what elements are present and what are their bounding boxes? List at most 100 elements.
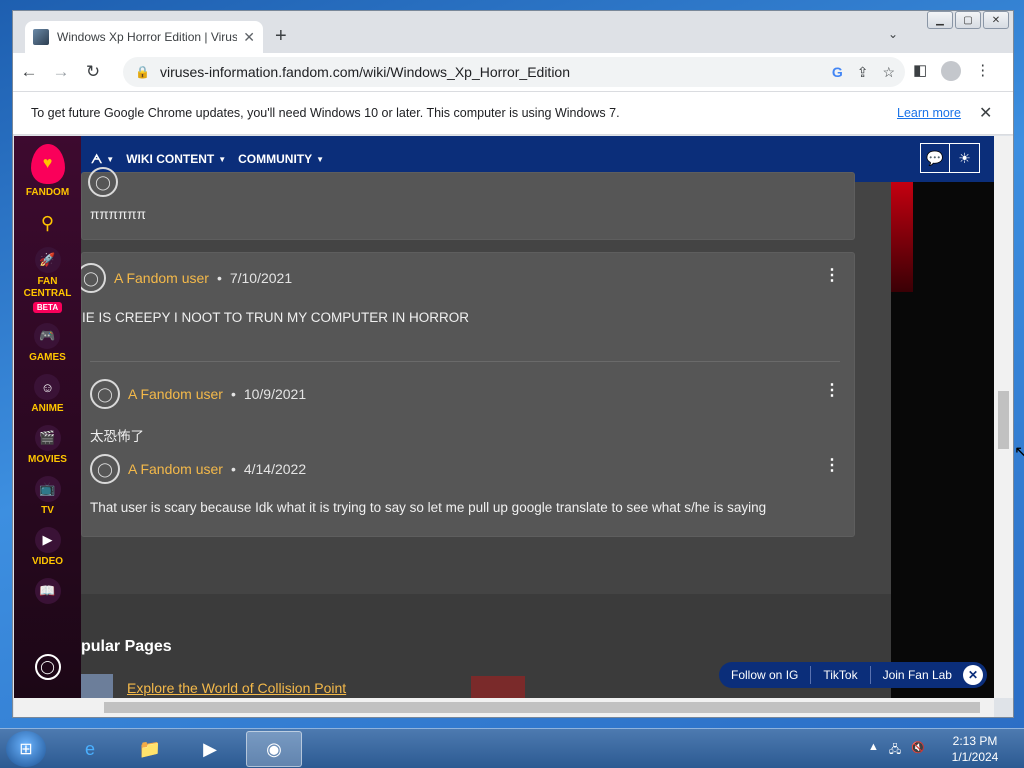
tab-close-icon[interactable]: ✕ xyxy=(243,29,255,46)
minimize-button[interactable]: ▁ xyxy=(927,11,953,29)
fandom-flame-icon: ♥ xyxy=(30,144,65,184)
rail-fan-central[interactable]: 🚀 FAN CENTRAL BETA xyxy=(23,247,73,313)
tray-expand-icon[interactable]: ▲ xyxy=(868,741,879,760)
popular-pages-heading: pular Pages xyxy=(81,638,172,655)
comment-card-main: ◯ A Fandom user • 7/10/2021 ⋮ IE IS CREE… xyxy=(76,252,855,537)
reply-date: 4/14/2022 xyxy=(243,461,307,477)
reply-date: 10/9/2021 xyxy=(243,386,307,402)
profile-avatar[interactable] xyxy=(941,61,962,81)
reply-text: That user is scary because Idk what it i… xyxy=(90,500,767,515)
rail-account[interactable]: ◯ xyxy=(34,654,61,680)
popular-page-thumbnail[interactable] xyxy=(471,676,525,698)
chrome-taskbar-icon[interactable]: ◉ xyxy=(246,731,302,767)
fandom-logo[interactable]: ♥ FANDOM xyxy=(26,144,69,199)
reply-options-icon[interactable]: ⋮ xyxy=(824,380,840,400)
nav-community[interactable]: COMMUNITY ▼ xyxy=(238,152,324,166)
rail-tv[interactable]: 📺 TV xyxy=(34,476,61,517)
rail-video[interactable]: ▶ VIDEO xyxy=(32,527,63,568)
book-icon: 📖 xyxy=(34,578,61,604)
address-bar[interactable]: 🔒 viruses-information.fandom.com/wiki/Wi… xyxy=(123,57,905,87)
tv-icon: 📺 xyxy=(34,476,61,502)
bookmark-star-icon[interactable]: ☆ xyxy=(882,64,895,81)
browser-toolbar: ← → ↻ 🔒 viruses-information.fandom.com/w… xyxy=(13,53,1013,91)
reload-button[interactable]: ↻ xyxy=(77,56,109,88)
popular-page-link[interactable]: Explore the World of Collision Point xyxy=(127,680,346,696)
google-lens-icon[interactable]: G xyxy=(832,64,843,81)
system-clock[interactable]: 2:13 PM 1/1/2024 xyxy=(940,733,1010,765)
learn-more-link[interactable]: Learn more xyxy=(897,106,961,120)
close-window-button[interactable]: ✕ xyxy=(983,11,1009,29)
user-avatar-icon: ◯ xyxy=(90,454,120,484)
comment-text: ππππππ xyxy=(90,207,146,222)
comment-date: 7/10/2021 xyxy=(229,270,293,286)
reply-divider xyxy=(90,361,840,362)
share-icon[interactable]: ⇪ xyxy=(857,64,869,81)
internet-explorer-icon[interactable]: e xyxy=(62,731,118,767)
reply-options-icon[interactable]: ⋮ xyxy=(824,455,840,475)
reply-header: ◯ A Fandom user • 4/14/2022 xyxy=(90,454,306,484)
explore-menu[interactable]: ᗅ ▼ xyxy=(91,152,114,167)
rail-search[interactable]: ⚲ xyxy=(34,209,62,237)
volume-muted-icon[interactable]: 🔇 xyxy=(911,741,925,760)
user-avatar-icon: ◯ xyxy=(90,379,120,409)
start-button[interactable]: ⊞ xyxy=(6,731,46,767)
back-button[interactable]: ← xyxy=(13,56,45,88)
rail-wikis[interactable]: 📖 xyxy=(34,578,61,604)
tiktok-link[interactable]: TikTok xyxy=(823,668,857,682)
page-viewport: ᗅ ▼ WIKI CONTENT ▼ COMMUNITY ▼ 💬 ☀ ◯ πππππ… xyxy=(14,136,994,698)
nav-wiki-content[interactable]: WIKI CONTENT ▼ xyxy=(126,152,226,166)
new-tab-button[interactable]: + xyxy=(275,25,287,48)
tab-strip: Windows Xp Horror Edition | Virus ✕ + ⌄ … xyxy=(13,11,1013,53)
lock-icon[interactable]: 🔒 xyxy=(135,65,150,79)
comment-card-top: ◯ ππππππ xyxy=(81,167,855,240)
horizontal-scrollbar[interactable] xyxy=(14,698,994,717)
rail-movies[interactable]: 🎬 MOVIES xyxy=(28,425,67,466)
right-background-strip xyxy=(891,182,994,698)
windows-taskbar: ⊞ e 📁 ▶ ◉ ▲ 🖧 🔇 2:13 PM 1/1/2024 xyxy=(0,728,1024,768)
favicon-icon xyxy=(33,29,49,45)
play-icon: ▶ xyxy=(34,527,61,553)
join-fan-lab-link[interactable]: Join Fan Lab xyxy=(883,668,952,682)
file-explorer-icon[interactable]: 📁 xyxy=(122,731,178,767)
comment-options-icon[interactable]: ⋮ xyxy=(824,265,840,285)
vertical-scrollbar[interactable] xyxy=(994,136,1013,698)
tab-title: Windows Xp Horror Edition | Virus xyxy=(57,30,238,44)
social-bar-close-icon[interactable]: ✕ xyxy=(963,665,983,685)
comment-username[interactable]: A Fandom user xyxy=(114,270,209,286)
nav-tools: 💬 ☀ xyxy=(920,143,980,173)
infobar-close-icon[interactable]: ✕ xyxy=(979,103,992,123)
discussions-icon[interactable]: 💬 xyxy=(920,143,950,173)
decorative-red-bar xyxy=(891,182,913,292)
maximize-button[interactable]: ▢ xyxy=(955,11,981,29)
reply-username[interactable]: A Fandom user xyxy=(128,461,223,477)
follow-ig-link[interactable]: Follow on IG xyxy=(731,668,798,682)
media-player-icon[interactable]: ▶ xyxy=(182,731,238,767)
beta-badge: BETA xyxy=(32,302,63,313)
window-controls: ▁ ▢ ✕ xyxy=(927,11,1009,29)
forward-button[interactable]: → xyxy=(45,56,77,88)
clock-time: 2:13 PM xyxy=(952,734,998,748)
comment-header: ◯ A Fandom user • 7/10/2021 xyxy=(76,263,292,293)
theme-toggle-icon[interactable]: ☀ xyxy=(950,143,980,173)
omnibox-icons: G ⇪ ☆ xyxy=(832,64,895,81)
rail-anime[interactable]: ☺ ANIME xyxy=(31,374,64,415)
anime-face-icon: ☺ xyxy=(34,374,61,400)
popular-page-thumbnail[interactable] xyxy=(81,674,113,698)
menu-kebab-icon[interactable]: ⋮ xyxy=(975,61,990,81)
side-panel-icon[interactable]: ◧ xyxy=(913,61,927,81)
network-icon[interactable]: 🖧 xyxy=(889,741,901,760)
reply-username[interactable]: A Fandom user xyxy=(128,386,223,402)
vertical-scroll-thumb[interactable] xyxy=(998,391,1009,449)
mouse-cursor-icon: ↖ xyxy=(1014,444,1024,461)
browser-tab[interactable]: Windows Xp Horror Edition | Virus ✕ xyxy=(25,21,263,53)
infobar-message: To get future Google Chrome updates, you… xyxy=(31,106,620,120)
update-infobar: To get future Google Chrome updates, you… xyxy=(13,91,1013,135)
reply-text: 太恐怖了 xyxy=(90,429,144,444)
reply-header: ◯ A Fandom user • 10/9/2021 xyxy=(90,379,306,409)
gamepad-icon: 🎮 xyxy=(34,323,61,349)
tab-search-chevron-icon[interactable]: ⌄ xyxy=(888,27,898,41)
fandom-global-nav: ♥ FANDOM ⚲ 🚀 FAN CENTRAL BETA 🎮 GAMES ☺ … xyxy=(14,136,81,698)
rail-games[interactable]: 🎮 GAMES xyxy=(29,323,66,364)
social-follow-bar: Follow on IG TikTok Join Fan Lab ✕ xyxy=(719,662,987,688)
horizontal-scroll-thumb[interactable] xyxy=(104,702,980,713)
